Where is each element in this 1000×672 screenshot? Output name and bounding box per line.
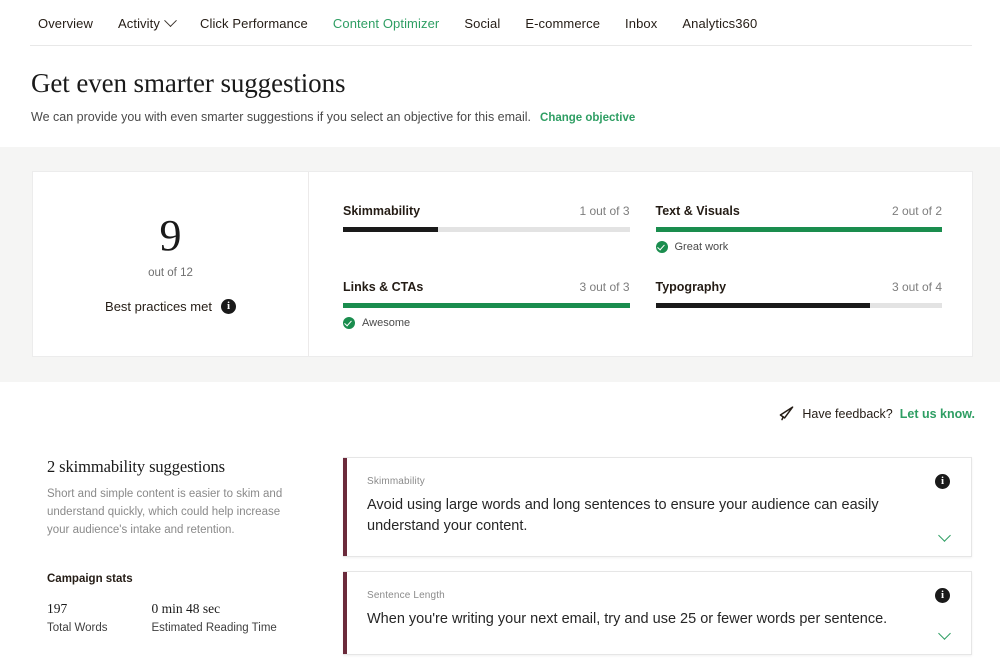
score-label: Best practices met — [105, 299, 212, 314]
campaign-stats-grid: 197 Total Words 0 min 48 sec Estimated R… — [47, 601, 321, 634]
hero-section: Get even smarter suggestions We can prov… — [0, 46, 1000, 124]
metric-progress-fill — [655, 303, 871, 308]
metric-header: Links & CTAs 3 out of 3 — [343, 280, 630, 294]
metric-progress-bar — [655, 303, 942, 308]
campaign-stats-title: Campaign stats — [47, 573, 133, 586]
chevron-down-icon[interactable] — [938, 529, 951, 542]
feedback-row: Have feedback? Let us know. — [0, 382, 1000, 421]
nav-tab-label: Analytics360 — [682, 15, 758, 31]
best-practices-score: 9 out of 12 Best practices met i — [33, 172, 309, 356]
metric-links-and-ctas: Links & CTAs 3 out of 3 Awesome — [343, 280, 630, 329]
score-value: 9 — [159, 211, 182, 260]
nav-tab-social[interactable]: Social — [464, 16, 500, 31]
metric-progress-bar — [655, 227, 942, 232]
change-objective-link[interactable]: Change objective — [540, 112, 635, 124]
metrics-grid: Skimmability 1 out of 3 Text & Visuals 2… — [309, 172, 972, 356]
suggestions-sidebar: 2 skimmability suggestions Short and sim… — [47, 457, 343, 655]
suggestion-category: Sentence Length — [367, 590, 445, 602]
nav-tab-label: Click Performance — [199, 15, 308, 31]
metric-note-row: Awesome — [343, 317, 630, 329]
nav-tab-overview[interactable]: Overview — [38, 16, 93, 31]
metric-header: Text & Visuals 2 out of 2 — [656, 204, 943, 218]
nav-tab-analytics360[interactable]: Analytics360 — [682, 16, 757, 31]
hero-subtitle: We can provide you with even smarter sug… — [31, 110, 532, 124]
hero-subtitle-row: We can provide you with even smarter sug… — [31, 110, 1000, 124]
chevron-down-icon — [164, 13, 177, 27]
nav-tab-content-optimizer[interactable]: Content Optimizer — [333, 16, 439, 31]
page-title: Get even smarter suggestions — [31, 68, 346, 98]
info-icon[interactable]: i — [935, 474, 950, 489]
metric-progress-bar — [343, 227, 630, 232]
suggestion-card[interactable]: Skimmability Avoid using large words and… — [343, 457, 972, 558]
metric-progress-fill — [655, 227, 942, 232]
nav-tab-activity[interactable]: Activity — [117, 13, 177, 31]
main-nav: Overview Activity Click Performance Cont… — [0, 0, 1000, 46]
metric-note: Awesome — [362, 317, 411, 329]
metric-progress-fill — [343, 303, 630, 308]
nav-tab-label: E-commerce — [525, 15, 601, 31]
score-band: 9 out of 12 Best practices met i Skimmab… — [0, 147, 1000, 382]
metric-name: Text & Visuals — [655, 204, 740, 218]
stat-total-words: 197 Total Words — [47, 601, 108, 634]
suggestion-card-list: Skimmability Avoid using large words and… — [343, 457, 972, 656]
metric-text-and-visuals: Text & Visuals 2 out of 2 Great work — [655, 204, 943, 253]
nav-tab-label: Content Optimizer — [332, 15, 440, 31]
metric-skimmability: Skimmability 1 out of 3 — [343, 204, 630, 253]
metric-note-row: Great work — [655, 241, 943, 253]
metric-count: 2 out of 2 — [891, 204, 942, 218]
suggestion-card[interactable]: Sentence Length When you're writing your… — [343, 571, 972, 656]
metric-note: Great work — [674, 241, 729, 253]
stat-label: Estimated Reading Time — [151, 622, 277, 635]
stat-label: Total Words — [47, 622, 108, 635]
feedback-text: Have feedback? — [802, 406, 893, 421]
let-us-know-link[interactable]: Let us know. — [900, 407, 975, 421]
stat-value: 197 — [47, 601, 68, 617]
suggestions-title: 2 skimmability suggestions — [47, 457, 225, 476]
nav-tab-ecommerce[interactable]: E-commerce — [525, 16, 600, 31]
nav-tab-label: Overview — [38, 15, 93, 31]
nav-tab-label: Inbox — [625, 15, 658, 31]
metric-name: Typography — [655, 280, 727, 294]
info-icon[interactable]: i — [220, 299, 236, 314]
nav-tab-label: Social — [464, 15, 501, 31]
metric-header: Typography 3 out of 4 — [656, 280, 943, 294]
suggestions-description: Short and simple content is easier to sk… — [47, 488, 283, 536]
suggestion-text: Avoid using large words and long sentenc… — [367, 497, 879, 535]
score-out-of: out of 12 — [148, 267, 193, 279]
metric-name: Links & CTAs — [343, 280, 424, 294]
metric-count: 3 out of 3 — [579, 280, 630, 294]
nav-tab-click-performance[interactable]: Click Performance — [200, 16, 308, 31]
nav-tab-label: Activity — [117, 15, 160, 31]
nav-tab-inbox[interactable]: Inbox — [625, 16, 657, 31]
chevron-down-icon[interactable] — [938, 627, 951, 640]
megaphone-icon — [780, 406, 794, 421]
suggestion-text: When you're writing your next email, try… — [367, 611, 888, 628]
grid-spacer — [343, 253, 630, 280]
info-icon[interactable]: i — [935, 588, 950, 604]
metric-progress-fill — [343, 227, 438, 232]
suggestion-category: Skimmability — [367, 476, 425, 487]
metric-count: 1 out of 3 — [579, 204, 630, 218]
check-circle-icon — [655, 241, 668, 253]
stat-value: 0 min 48 sec — [151, 601, 221, 617]
check-circle-icon — [343, 317, 355, 329]
suggestions-section: 2 skimmability suggestions Short and sim… — [0, 421, 1000, 656]
score-panel: 9 out of 12 Best practices met i Skimmab… — [32, 171, 973, 357]
stat-reading-time: 0 min 48 sec Estimated Reading Time — [152, 601, 277, 634]
metric-count: 3 out of 4 — [891, 280, 942, 294]
score-label-row: Best practices met i — [105, 299, 236, 314]
metric-progress-bar — [343, 303, 630, 308]
metric-name: Skimmability — [343, 204, 421, 218]
metric-typography: Typography 3 out of 4 — [655, 280, 943, 329]
grid-spacer — [656, 253, 943, 280]
metric-header: Skimmability 1 out of 3 — [343, 204, 630, 218]
